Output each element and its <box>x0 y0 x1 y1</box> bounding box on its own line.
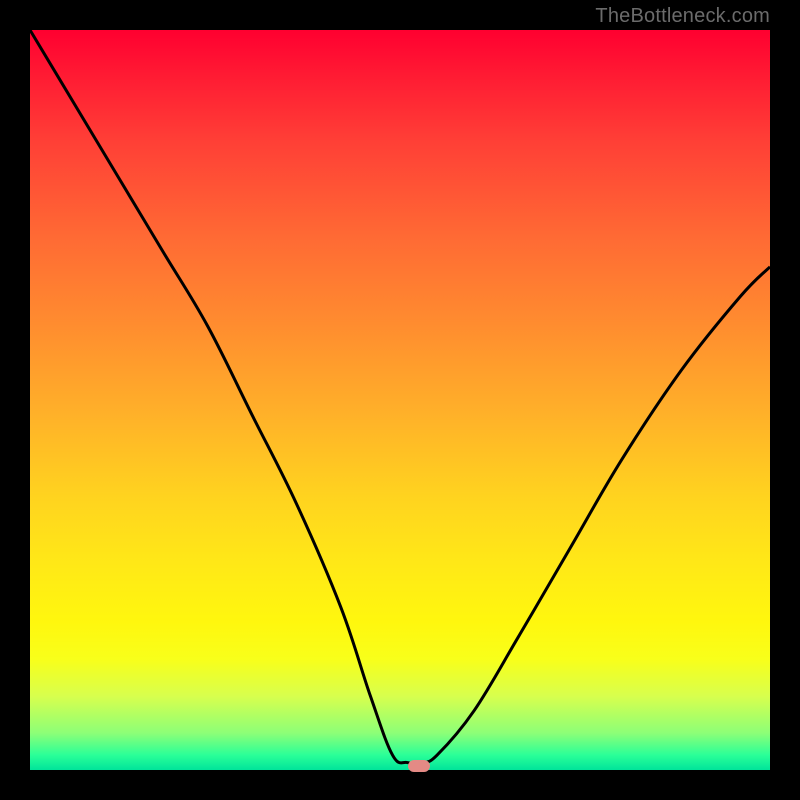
minimum-marker <box>408 760 430 772</box>
chart-frame: TheBottleneck.com <box>0 0 800 800</box>
plot-area <box>30 30 770 770</box>
attribution-text: TheBottleneck.com <box>595 5 770 28</box>
curve-layer <box>30 30 770 770</box>
bottleneck-curve <box>30 30 770 764</box>
